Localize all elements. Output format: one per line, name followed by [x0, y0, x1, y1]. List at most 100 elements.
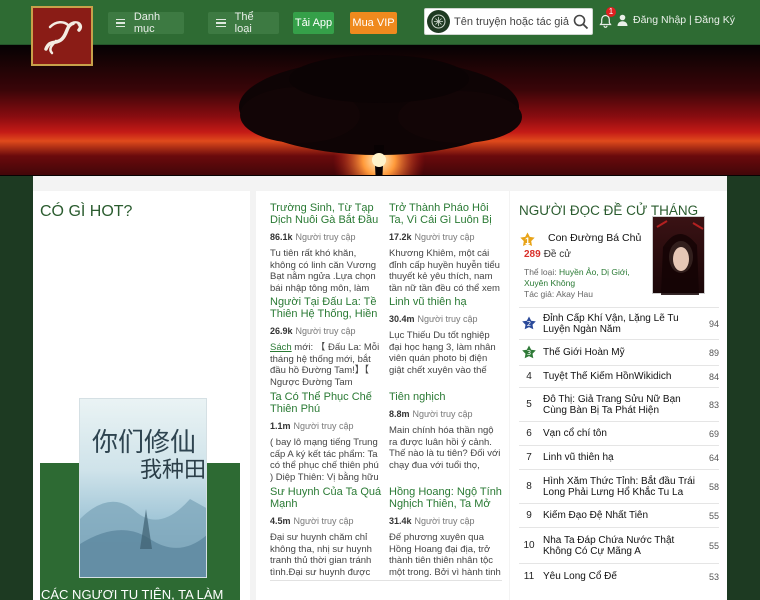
ranking-row[interactable]: 2 Đỉnh Cấp Khí Vận, Lặng Lẽ Tu Luyện Ngà…	[519, 307, 719, 339]
story-title[interactable]: Người Tại Đấu La: Tề Thiên Hệ Thống, Hiề…	[270, 296, 383, 320]
ranking-row[interactable]: 3 Thế Giới Hoàn Mỹ 89	[519, 339, 719, 365]
rank-number: 2	[519, 316, 539, 332]
login-register-link[interactable]: Đăng Nhập | Đăng Ký	[633, 14, 735, 26]
story-title[interactable]: Linh vũ thiên hạ	[389, 296, 502, 308]
ranking-book-title[interactable]: Vạn cổ chí tôn	[539, 428, 695, 439]
ranking-book-title[interactable]: Kiếm Đạo Đệ Nhất Tiên	[539, 510, 695, 521]
ranking-count: 53	[708, 571, 719, 582]
top-book-votes: 289 Đề cử	[524, 249, 571, 260]
ranking-row[interactable]: 5 Đô Thị: Giả Trang Sửu Nữ Bạn Cùng Bàn …	[519, 387, 719, 421]
ranking-top-item[interactable]: 1 Con Đường Bá Chủ 289 Đề cử Thể loại: Hu…	[519, 216, 719, 303]
ranking-count: 55	[708, 510, 719, 521]
hot-section-title: CÓ GÌ HOT?	[40, 203, 133, 220]
story-title[interactable]: Ta Có Thể Phục Chế Thiên Phú	[270, 391, 383, 415]
ranking-book-title[interactable]: Linh vũ thiên hạ	[539, 452, 695, 463]
ranking-book-title[interactable]: Tuyệt Thế Kiếm HồnWikidich	[539, 371, 695, 382]
top-book-cover[interactable]	[652, 216, 705, 295]
ranking-count: 64	[708, 452, 719, 463]
story-views: 26.9k Người truy cập	[270, 326, 356, 336]
story-description: ( bay lô mạng tiếng Trung cấp A ký kết t…	[270, 437, 379, 483]
story-description: Khương Khiêm, một cái đỉnh cấp huyền huy…	[389, 248, 500, 294]
rank-number: 10	[523, 540, 535, 551]
ranking-count: 89	[708, 347, 719, 358]
rank-number: 7	[526, 452, 532, 463]
svg-text:我种田: 我种田	[140, 458, 206, 483]
story-views: 4.5m Người truy cập	[270, 516, 354, 526]
story-card[interactable]: Sư Huynh Của Ta Quá Mạnh 4.5m Người truy …	[270, 486, 383, 578]
rank-number: 6	[526, 428, 532, 439]
ranking-row[interactable]: 6 Vạn cổ chí tôn 69	[519, 421, 719, 445]
rank-number: 11	[523, 571, 535, 582]
story-card[interactable]: Linh vũ thiên hạ 30.4m Người truy cập Lục…	[389, 296, 502, 376]
story-views: 30.4m Người truy cập	[389, 314, 478, 324]
ranking-count: 83	[708, 399, 719, 410]
svg-text:2: 2	[527, 320, 531, 328]
story-card[interactable]: Người Tại Đấu La: Tề Thiên Hệ Thống, Hiề…	[270, 296, 383, 388]
site-emblem-icon	[427, 10, 450, 33]
search-input[interactable]: Tên truyện hoặc tác giả	[454, 16, 570, 28]
ranking-book-title[interactable]: Thế Giới Hoàn Mỹ	[539, 347, 695, 358]
ranking-book-title[interactable]: Hình Xăm Thức Tỉnh: Bắt đầu Trái Long Ph…	[539, 476, 695, 498]
story-title[interactable]: Trường Sinh, Từ Tạp Dịch Nuôi Gà Bắt Đầu	[270, 202, 383, 226]
ranking-book-title[interactable]: Nha Ta Đáp Chứa Nước Thật Không Có Cự Mã…	[539, 535, 695, 557]
ranking-book-title[interactable]: Yêu Long Cổ Đế	[539, 571, 695, 582]
story-description-link[interactable]: Sách	[270, 342, 292, 353]
rank-number: 8	[526, 481, 532, 492]
rank-number: 4	[526, 371, 532, 382]
divider	[270, 580, 502, 581]
story-views: 31.4k Người truy cập	[389, 516, 475, 526]
top-book-title[interactable]: Con Đường Bá Chủ	[548, 232, 641, 244]
story-description: Tu tiên rất khó khăn, không có linh căn …	[270, 248, 377, 294]
story-title[interactable]: Trở Thành Pháo Hôi Ta, Vì Cái Gì Luôn Bị	[389, 202, 502, 226]
top-navbar: Danh mục Thể loại Tải App Mua VIP Tên tr…	[0, 0, 760, 45]
genre-menu-label: Thể loại	[234, 11, 254, 35]
hot-section: CÓ GÌ HOT? 你们修仙 我种田 CÁC NGƯƠI TU TIÊN, T…	[33, 191, 250, 600]
ranking-book-title[interactable]: Đô Thị: Giả Trang Sửu Nữ Bạn Cùng Bàn Bị…	[539, 394, 695, 416]
story-title[interactable]: Tiên nghịch	[389, 391, 502, 403]
hot-book-cover[interactable]: 你们修仙 我种田	[79, 398, 207, 578]
ranking-row[interactable]: 10 Nha Ta Đáp Chứa Nước Thật Không Có Cự…	[519, 527, 719, 563]
svg-text:3: 3	[527, 349, 531, 357]
top-book-author: Tác giả: Akay Hau	[524, 289, 594, 299]
ranking-count: 58	[708, 481, 719, 492]
story-card[interactable]: Ta Có Thể Phục Chế Thiên Phú 1.1m Người t…	[270, 391, 383, 483]
search-icon[interactable]	[570, 14, 592, 30]
download-app-button[interactable]: Tải App	[293, 12, 334, 34]
story-views: 17.2k Người truy cập	[389, 232, 475, 242]
story-title[interactable]: Sư Huynh Của Ta Quá Mạnh	[270, 486, 383, 510]
rank-number: 5	[526, 399, 532, 410]
genre-menu-button[interactable]: Thể loại	[208, 11, 279, 35]
category-menu-button[interactable]: Danh mục	[108, 11, 184, 35]
ranking-row[interactable]: 7 Linh vũ thiên hạ 64	[519, 445, 719, 469]
story-title[interactable]: Hồng Hoang: Ngộ Tính Nghịch Thiên, Ta Mở	[389, 486, 502, 510]
story-card[interactable]: Trở Thành Pháo Hôi Ta, Vì Cái Gì Luôn Bị…	[389, 202, 502, 294]
story-card[interactable]: Trường Sinh, Từ Tạp Dịch Nuôi Gà Bắt Đầu…	[270, 202, 383, 294]
ranking-row[interactable]: 11 Yêu Long Cổ Đế 53	[519, 563, 719, 589]
story-grid: Trường Sinh, Từ Tạp Dịch Nuôi Gà Bắt Đầu…	[256, 191, 509, 600]
user-icon	[617, 14, 628, 26]
story-description: Main chính hóa thần ngộ ra được luân hồi…	[389, 425, 501, 471]
ranking-row[interactable]: 9 Kiếm Đạo Đệ Nhất Tiên 55	[519, 503, 719, 527]
story-card[interactable]: Tiên nghịch 8.8m Người truy cập Main chín…	[389, 391, 502, 471]
search-bar[interactable]: Tên truyện hoặc tác giả	[424, 8, 593, 35]
rank-number: 3	[519, 345, 539, 361]
category-menu-label: Danh mục	[133, 11, 161, 35]
story-views: 86.1k Người truy cập	[270, 232, 356, 242]
ranking-count: 84	[708, 371, 719, 382]
buy-vip-button[interactable]: Mua VIP	[350, 12, 397, 34]
story-description: Đế phương xuyên qua Hồng Hoang đại địa, …	[389, 532, 501, 578]
hot-book-caption[interactable]: CÁC NGƯƠI TU TIÊN, TA LÀM	[41, 587, 223, 600]
story-card[interactable]: Hồng Hoang: Ngộ Tính Nghịch Thiên, Ta Mở…	[389, 486, 502, 578]
ranking-book-title[interactable]: Đỉnh Cấp Khí Vận, Lặng Lẽ Tu Luyện Ngàn …	[539, 313, 695, 335]
site-logo[interactable]	[31, 6, 93, 66]
ranking-count: 55	[708, 540, 719, 551]
gold-medal-icon: 1	[519, 232, 536, 249]
notification-count-badge: 1	[606, 7, 616, 17]
story-description: Sách mới: 【 Đấu La: Mỗi tháng hệ thống m…	[270, 342, 380, 388]
monthly-recommend-ranking: NGƯỜI ĐỌC ĐỀ CỬ THÁNG 1 Con Đường Bá Chủ…	[510, 191, 727, 600]
ranking-row[interactable]: 8 Hình Xăm Thức Tỉnh: Bắt đầu Trái Long …	[519, 469, 719, 503]
ranking-row[interactable]: 4 Tuyệt Thế Kiếm HồnWikidich 84	[519, 365, 719, 387]
svg-text:你们修仙: 你们修仙	[92, 428, 196, 458]
auth-links[interactable]: Đăng Nhập | Đăng Ký	[617, 14, 735, 26]
story-description: Lục Thiếu Du tốt nghiệp đại học hạng 3, …	[389, 330, 496, 376]
